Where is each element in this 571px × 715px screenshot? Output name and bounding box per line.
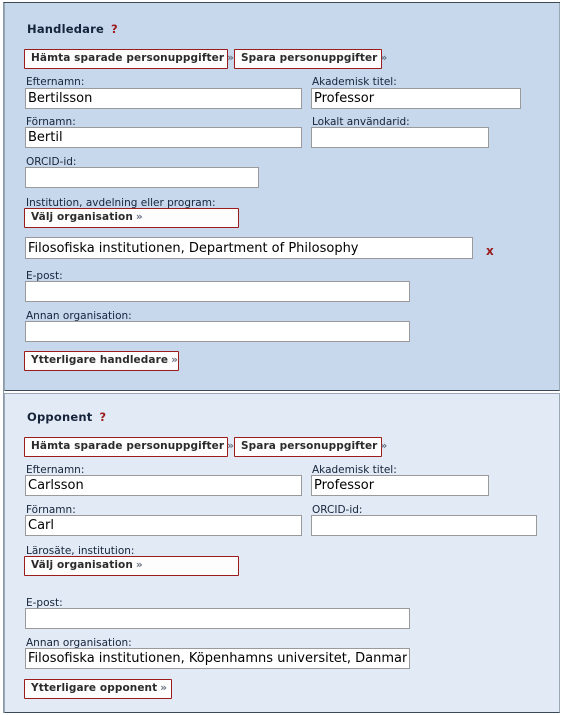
chevron-right-icon: » — [160, 682, 168, 694]
choose-organisation-button-opponent[interactable]: Välj organisation» — [24, 556, 239, 576]
input-lastname-supervisor[interactable] — [25, 88, 302, 109]
page-right-margin — [560, 0, 571, 715]
chevron-right-icon: » — [135, 559, 143, 571]
section-title-supervisor: Handledare? — [27, 22, 118, 36]
chevron-right-icon: » — [171, 354, 178, 366]
input-academic-title-supervisor[interactable] — [311, 88, 521, 109]
input-email-supervisor[interactable] — [25, 281, 410, 302]
chevron-right-icon: » — [227, 440, 235, 452]
input-other-organisation-supervisor[interactable] — [25, 321, 410, 342]
section-title-text: Opponent — [27, 410, 93, 424]
button-label: Välj organisation — [31, 559, 133, 571]
input-selected-organisation-supervisor[interactable] — [25, 237, 473, 259]
button-label: Välj organisation — [31, 211, 133, 223]
add-additional-opponent-button[interactable]: Ytterligare opponent» — [24, 679, 172, 699]
section-opponent: Opponent? Hämta sparade personuppgifter»… — [4, 393, 560, 713]
help-icon[interactable]: ? — [111, 22, 118, 36]
button-label: Hämta sparade personuppgifter — [31, 52, 225, 64]
input-email-opponent[interactable] — [25, 608, 410, 629]
label-academic-title-supervisor: Akademisk titel: — [312, 76, 397, 88]
chevron-right-icon: » — [380, 52, 388, 64]
section-supervisor: Handledare? Hämta sparade personuppgifte… — [4, 3, 560, 391]
button-label: Spara personuppgifter — [241, 52, 378, 64]
save-person-data-button-supervisor[interactable]: Spara personuppgifter» — [234, 49, 387, 69]
remove-organisation-icon-supervisor[interactable]: x — [486, 245, 494, 257]
form-page-frame: Handledare? Hämta sparade personuppgifte… — [3, 2, 560, 713]
load-saved-person-data-button-supervisor[interactable]: Hämta sparade personuppgifter» — [24, 49, 234, 69]
input-academic-title-opponent[interactable] — [311, 475, 489, 496]
section-title-opponent: Opponent? — [27, 410, 106, 424]
button-label: Ytterligare opponent — [31, 682, 158, 694]
button-label: Spara personuppgifter — [241, 440, 378, 452]
chevron-right-icon: » — [135, 211, 143, 223]
chevron-right-icon: » — [380, 440, 388, 452]
add-additional-supervisor-button[interactable]: Ytterligare handledare» — [24, 351, 179, 371]
input-firstname-opponent[interactable] — [25, 515, 302, 536]
save-person-data-button-opponent[interactable]: Spara personuppgifter» — [234, 437, 387, 457]
input-firstname-supervisor[interactable] — [25, 127, 302, 148]
input-local-userid-supervisor[interactable] — [311, 127, 489, 148]
button-label: Ytterligare handledare — [31, 354, 169, 366]
section-title-text: Handledare — [27, 22, 105, 36]
choose-organisation-button-supervisor[interactable]: Välj organisation» — [24, 208, 239, 228]
input-orcid-opponent[interactable] — [311, 515, 537, 536]
input-orcid-supervisor[interactable] — [25, 167, 259, 188]
chevron-right-icon: » — [227, 52, 235, 64]
help-icon[interactable]: ? — [99, 410, 106, 424]
button-label: Hämta sparade personuppgifter — [31, 440, 225, 452]
input-lastname-opponent[interactable] — [25, 475, 302, 496]
input-other-organisation-opponent[interactable] — [25, 648, 410, 669]
label-lastname-supervisor: Efternamn: — [26, 76, 85, 88]
load-saved-person-data-button-opponent[interactable]: Hämta sparade personuppgifter» — [24, 437, 234, 457]
